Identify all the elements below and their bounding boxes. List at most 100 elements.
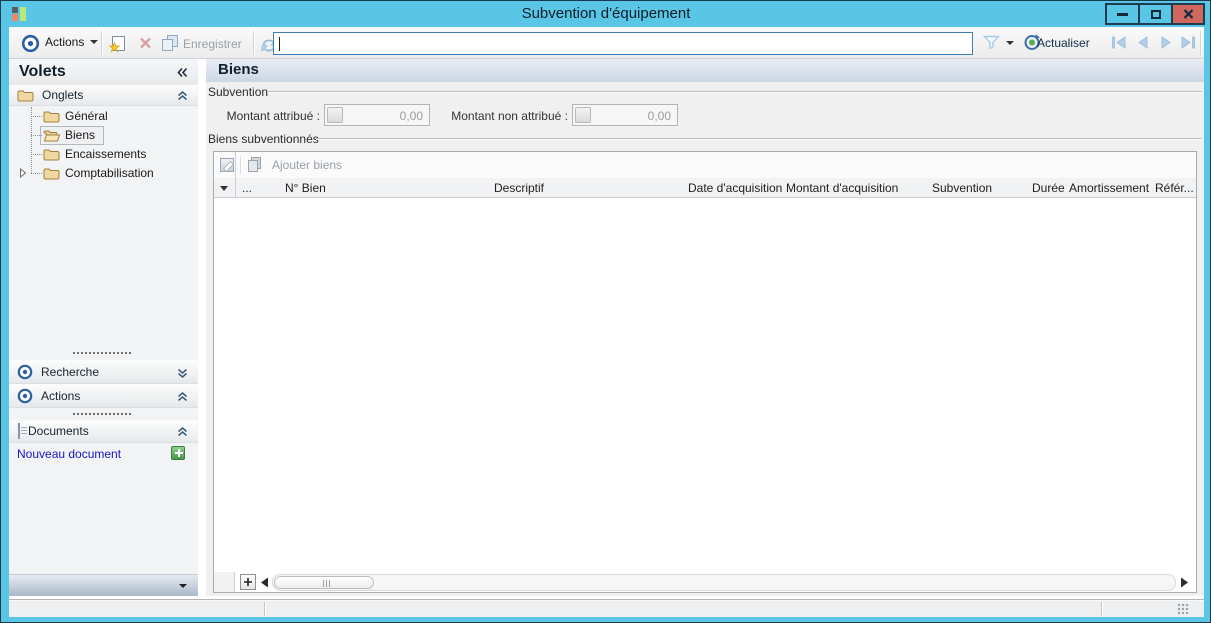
scroll-right-icon bbox=[1181, 577, 1188, 588]
column-header[interactable]: Date d'acquisition bbox=[688, 181, 782, 195]
chevron-double-up-icon[interactable] bbox=[177, 392, 188, 402]
tree-expander-icon[interactable] bbox=[19, 168, 27, 178]
field-builder-button[interactable] bbox=[327, 107, 343, 123]
column-header[interactable]: Amortissement bbox=[1069, 181, 1149, 195]
scroll-right-button[interactable] bbox=[1180, 577, 1189, 588]
delete-icon bbox=[139, 37, 151, 49]
chevron-double-down-icon[interactable] bbox=[177, 368, 188, 378]
nav-last-icon bbox=[1181, 36, 1195, 49]
tree-connector bbox=[31, 154, 42, 155]
group-divider bbox=[268, 91, 1202, 92]
new-document-row: Nouveau document bbox=[9, 445, 198, 463]
column-header[interactable]: Descriptif bbox=[494, 181, 544, 195]
sidebar-group-recherche-label: Recherche bbox=[41, 364, 100, 379]
save-button-label[interactable]: Enregistrer bbox=[183, 37, 242, 51]
minimize-button[interactable] bbox=[1105, 3, 1140, 25]
close-button[interactable] bbox=[1171, 3, 1205, 25]
application-window: Subvention d'équipement Actions Enregist… bbox=[0, 0, 1211, 623]
actions-menu-button[interactable]: Actions bbox=[45, 35, 99, 49]
panel-splitter[interactable] bbox=[73, 413, 131, 415]
add-biens-button[interactable]: Ajouter biens bbox=[272, 158, 342, 172]
group-divider bbox=[316, 138, 1202, 139]
grid-body-empty[interactable] bbox=[214, 198, 1196, 572]
minimize-icon bbox=[1117, 12, 1128, 16]
status-bar-divider bbox=[1101, 602, 1102, 616]
column-header[interactable]: Référ... bbox=[1155, 181, 1194, 195]
montant-non-attribue-label: Montant non attribué : bbox=[451, 109, 568, 123]
tree-item-general[interactable]: Général bbox=[9, 107, 198, 126]
save-button[interactable] bbox=[160, 33, 180, 53]
tree-item-label: Biens bbox=[65, 128, 96, 142]
sidebar-title: Volets bbox=[19, 63, 66, 80]
star-icon bbox=[108, 41, 120, 52]
nav-first-button[interactable] bbox=[1111, 36, 1127, 49]
tree-item-biens[interactable]: Biens bbox=[9, 126, 198, 145]
resize-grip[interactable] bbox=[1177, 603, 1190, 615]
toolbar-separator bbox=[1200, 31, 1201, 55]
horizontal-scrollbar[interactable] bbox=[272, 574, 1176, 591]
save-icon-front-page bbox=[161, 39, 173, 51]
grid-toolbar-separator bbox=[240, 156, 241, 174]
montant-non-attribue-field[interactable]: 0,00 bbox=[572, 104, 678, 126]
folder-icon bbox=[43, 168, 60, 180]
tree-item-label: Général bbox=[65, 109, 108, 123]
tree-item-label: Comptabilisation bbox=[65, 166, 154, 180]
sidebar-bottom-bar[interactable] bbox=[9, 574, 198, 596]
column-header[interactable]: Durée bbox=[1032, 181, 1065, 195]
sidebar-group-actions[interactable]: Actions bbox=[9, 384, 198, 408]
column-header[interactable]: N° Bien bbox=[285, 181, 326, 195]
column-header[interactable]: ... bbox=[242, 181, 252, 195]
column-header[interactable]: Montant d'acquisition bbox=[786, 181, 898, 195]
scroll-left-button[interactable] bbox=[260, 577, 269, 588]
nav-next-button[interactable] bbox=[1159, 36, 1173, 49]
search-input[interactable] bbox=[274, 33, 972, 54]
chevron-down-icon bbox=[90, 40, 99, 44]
nav-last-button[interactable] bbox=[1180, 36, 1196, 49]
column-header[interactable]: Subvention bbox=[932, 181, 992, 195]
stack-front-page bbox=[248, 160, 258, 172]
new-document-icon bbox=[108, 35, 125, 52]
sidebar-group-onglets[interactable]: Onglets bbox=[9, 85, 198, 106]
montant-attribue-field[interactable]: 0,00 bbox=[324, 104, 430, 126]
edit-cell-icon[interactable] bbox=[220, 158, 234, 172]
add-icon[interactable] bbox=[171, 446, 185, 460]
tree-connector bbox=[31, 173, 42, 174]
new-record-button[interactable] bbox=[108, 33, 128, 53]
filter-icon bbox=[983, 35, 1000, 50]
maximize-button[interactable] bbox=[1138, 3, 1173, 25]
sidebar-collapse-button[interactable] bbox=[177, 67, 188, 78]
tree-connector bbox=[31, 116, 42, 117]
chevron-double-up-icon[interactable] bbox=[177, 91, 188, 101]
grid-indicator-column-border bbox=[235, 152, 236, 198]
tree-item-comptabilisation[interactable]: Comptabilisation bbox=[9, 164, 198, 183]
new-document-link[interactable]: Nouveau document bbox=[17, 447, 121, 461]
nav-prev-button[interactable] bbox=[1136, 36, 1150, 49]
folder-icon bbox=[43, 111, 60, 123]
chevron-double-up-icon[interactable] bbox=[177, 427, 188, 437]
biens-group-label: Biens subventionnés bbox=[208, 132, 319, 146]
add-row-button[interactable] bbox=[240, 574, 256, 590]
status-bar bbox=[9, 599, 1204, 617]
folder-open-icon bbox=[43, 130, 61, 142]
delete-record-button[interactable] bbox=[135, 33, 155, 53]
sidebar-group-recherche[interactable]: Recherche bbox=[9, 360, 198, 384]
column-dropdown-icon[interactable] bbox=[220, 186, 228, 191]
sidebar-group-onglets-label: Onglets bbox=[42, 88, 84, 102]
target-icon bbox=[21, 34, 40, 53]
filter-dropdown-button[interactable] bbox=[1006, 41, 1014, 45]
sidebar-header: Volets bbox=[9, 59, 198, 85]
panel-splitter[interactable] bbox=[73, 352, 131, 354]
main-panel: Biens Subvention Montant attribué : 0,00… bbox=[206, 59, 1204, 596]
maximize-icon bbox=[1150, 9, 1161, 19]
sidebar-group-documents[interactable]: Documents bbox=[9, 420, 198, 443]
filter-button[interactable] bbox=[983, 35, 1000, 50]
sidebar-group-documents-label: Documents bbox=[28, 424, 89, 438]
montant-attribue-label: Montant attribué : bbox=[226, 109, 320, 123]
actualiser-label[interactable]: Actualiser bbox=[1037, 36, 1090, 50]
tree-item-label: Encaissements bbox=[65, 147, 147, 161]
actions-menu-label: Actions bbox=[45, 35, 85, 49]
tree-item-encaissements[interactable]: Encaissements bbox=[9, 145, 198, 164]
field-builder-button[interactable] bbox=[575, 107, 591, 123]
scrollbar-thumb[interactable] bbox=[274, 576, 374, 589]
window-content: Actions Enregistrer Actualiser Volets On… bbox=[9, 27, 1204, 617]
